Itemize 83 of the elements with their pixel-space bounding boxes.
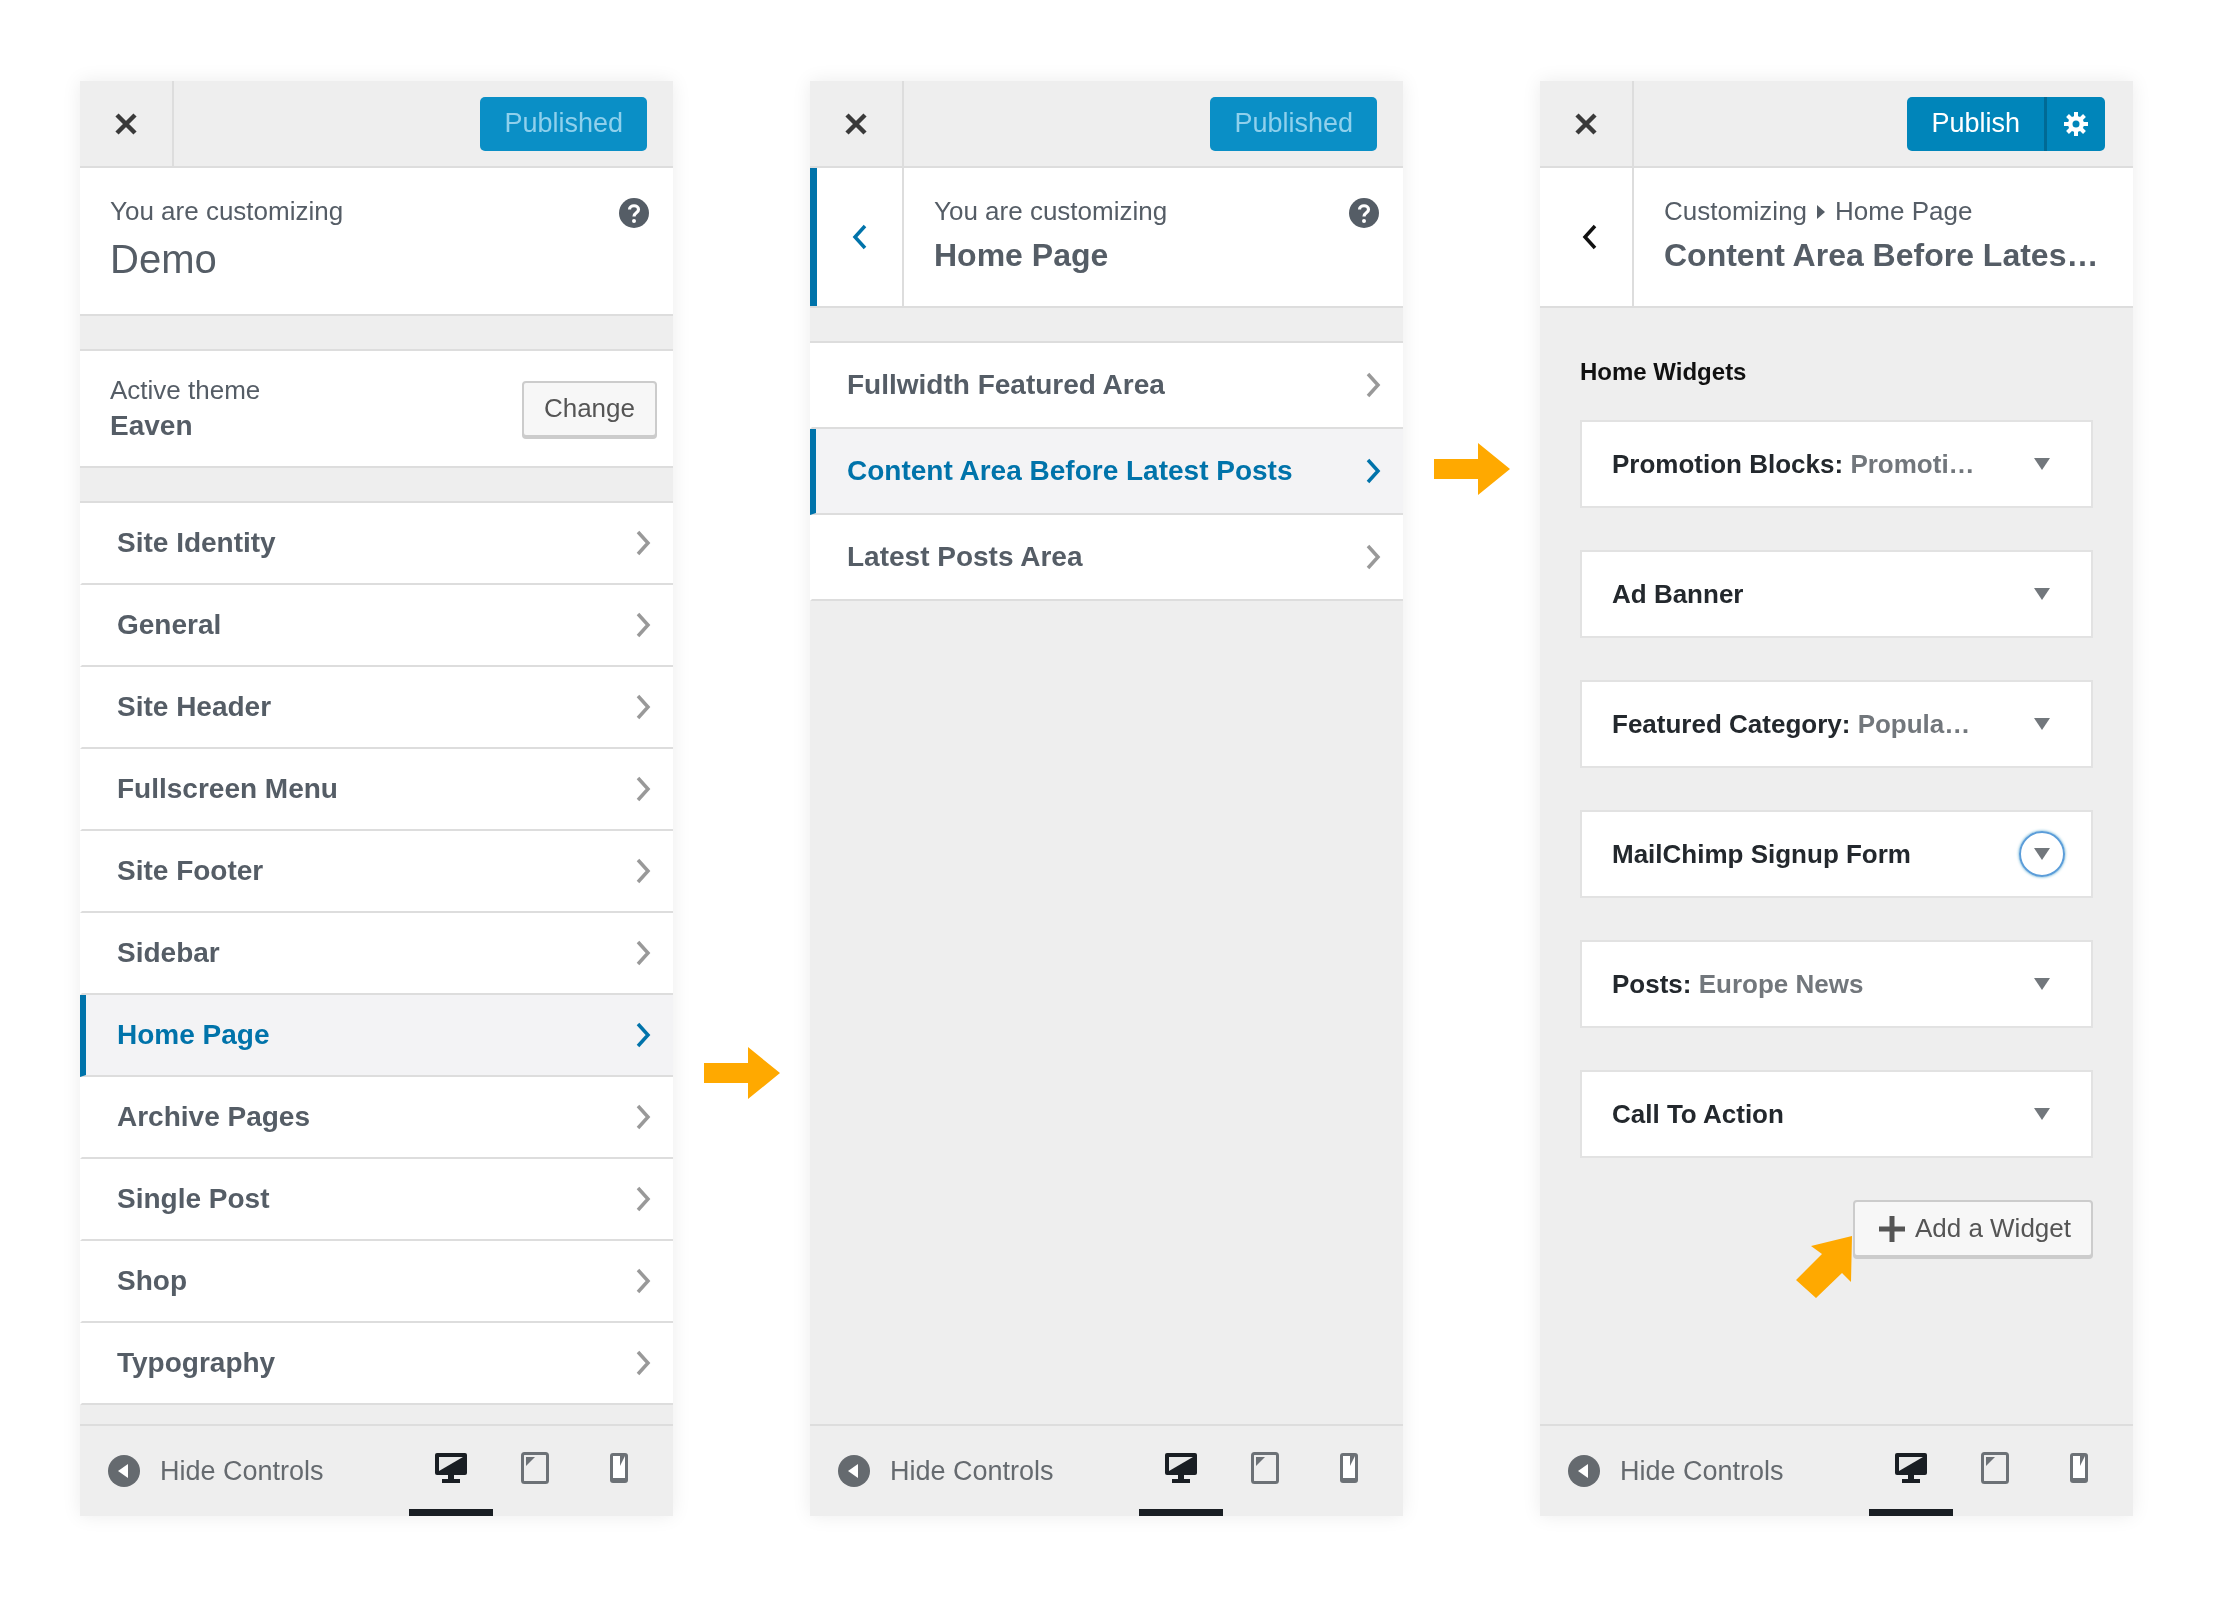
hide-controls-button[interactable]: Hide Controls bbox=[108, 1426, 324, 1516]
desktop-icon bbox=[1894, 1451, 1928, 1484]
close-icon bbox=[1574, 111, 1598, 136]
chevron-right-icon bbox=[635, 1267, 651, 1295]
widget-card[interactable]: Featured Category: Popula… bbox=[1580, 680, 2093, 768]
site-title: Demo bbox=[110, 237, 218, 282]
collapse-icon bbox=[1568, 1455, 1600, 1487]
chevron-right-icon bbox=[635, 693, 651, 721]
triangle-down-icon bbox=[2034, 1108, 2050, 1120]
section-item[interactable]: Single Post bbox=[80, 1159, 673, 1241]
mobile-icon bbox=[2069, 1451, 2089, 1484]
desktop-icon bbox=[434, 1451, 468, 1484]
section-item[interactable]: Content Area Before Latest Posts bbox=[810, 429, 1403, 515]
chevron-right-icon bbox=[635, 611, 651, 639]
info-caption: You are customizing bbox=[110, 196, 344, 227]
help-icon bbox=[619, 198, 649, 228]
tablet-icon bbox=[521, 1451, 549, 1484]
tablet-icon bbox=[1981, 1451, 2009, 1484]
mobile-icon bbox=[609, 1451, 629, 1484]
widget-card[interactable]: Promotion Blocks: Promoti… bbox=[1580, 420, 2093, 508]
section-item[interactable]: Site Identity bbox=[80, 503, 673, 585]
widget-card[interactable]: Posts: Europe News bbox=[1580, 940, 2093, 1028]
desktop-icon bbox=[1164, 1451, 1198, 1484]
settings-icon bbox=[2063, 110, 2089, 137]
section-item[interactable]: Site Header bbox=[80, 667, 673, 749]
section-item[interactable]: Latest Posts Area bbox=[810, 515, 1403, 601]
chevron-right-icon bbox=[635, 1185, 651, 1213]
info-caption: You are customizing bbox=[934, 196, 1168, 227]
publish-button[interactable]: Publish bbox=[1907, 96, 2047, 151]
chevron-right-icon bbox=[1365, 371, 1381, 399]
tablet-icon bbox=[1251, 1451, 1279, 1484]
triangle-down-icon bbox=[2034, 848, 2050, 860]
section-title: Content Area Before Lates… bbox=[1664, 237, 2100, 274]
arrow-icon bbox=[1433, 443, 1510, 495]
arrow-icon bbox=[703, 1047, 780, 1099]
hide-controls-button[interactable]: Hide Controls bbox=[1568, 1426, 1784, 1516]
breadcrumb-item: Customizing bbox=[1664, 196, 1808, 227]
chevron-right-icon bbox=[635, 775, 651, 803]
expand-toggle[interactable] bbox=[2019, 831, 2065, 877]
chevron-right-icon bbox=[635, 529, 651, 557]
theme-name: Eaven bbox=[110, 410, 194, 442]
section-item[interactable]: Shop bbox=[80, 1241, 673, 1323]
change-button[interactable]: Change bbox=[521, 380, 657, 437]
back-button[interactable] bbox=[810, 168, 904, 306]
chevron-right-icon bbox=[635, 939, 651, 967]
section-item[interactable]: Fullwidth Featured Area bbox=[810, 343, 1403, 429]
add-widget-button[interactable]: Add a Widget bbox=[1852, 1200, 2093, 1257]
triangle-down-icon bbox=[2034, 718, 2050, 730]
widget-card[interactable]: Ad Banner bbox=[1580, 550, 2093, 638]
section-item[interactable]: Fullscreen Menu bbox=[80, 749, 673, 831]
section-item[interactable]: Archive Pages bbox=[80, 1077, 673, 1159]
close-icon bbox=[114, 111, 138, 136]
section-item[interactable]: Typography bbox=[80, 1323, 673, 1405]
section-item[interactable]: Site Footer bbox=[80, 831, 673, 913]
plus-icon bbox=[1878, 1215, 1905, 1242]
collapse-icon bbox=[108, 1455, 140, 1487]
settings-button[interactable] bbox=[2047, 96, 2105, 151]
widget-card[interactable]: MailChimp Signup Form bbox=[1580, 810, 2093, 898]
triangle-down-icon bbox=[2034, 588, 2050, 600]
chevron-right-icon bbox=[635, 1021, 651, 1049]
hide-controls-button[interactable]: Hide Controls bbox=[838, 1426, 1054, 1516]
widget-card[interactable]: Call To Action bbox=[1580, 1070, 2093, 1158]
chevron-right-icon bbox=[635, 857, 651, 885]
help-icon bbox=[1349, 198, 1379, 228]
section-item[interactable]: Sidebar bbox=[80, 913, 673, 995]
panel-title: Home Page bbox=[934, 237, 1110, 274]
area-title: Home Widgets bbox=[1580, 358, 1748, 386]
triangle-down-icon bbox=[2034, 458, 2050, 470]
triangle-down-icon bbox=[2034, 978, 2050, 990]
breadcrumb-item: Home Page bbox=[1835, 196, 1973, 227]
chevron-right-icon bbox=[1365, 543, 1381, 571]
caret-icon bbox=[1817, 204, 1826, 219]
chevron-right-icon bbox=[635, 1103, 651, 1131]
section-item[interactable]: Home Page bbox=[80, 995, 673, 1077]
chevron-left-icon bbox=[851, 223, 868, 251]
collapse-icon bbox=[838, 1455, 870, 1487]
close-icon bbox=[844, 111, 868, 136]
mobile-icon bbox=[1339, 1451, 1359, 1484]
chevron-right-icon bbox=[1365, 457, 1381, 485]
chevron-right-icon bbox=[635, 1349, 651, 1377]
section-item[interactable]: General bbox=[80, 585, 673, 667]
theme-caption: Active theme bbox=[110, 375, 261, 406]
chevron-left-icon bbox=[1581, 223, 1598, 251]
